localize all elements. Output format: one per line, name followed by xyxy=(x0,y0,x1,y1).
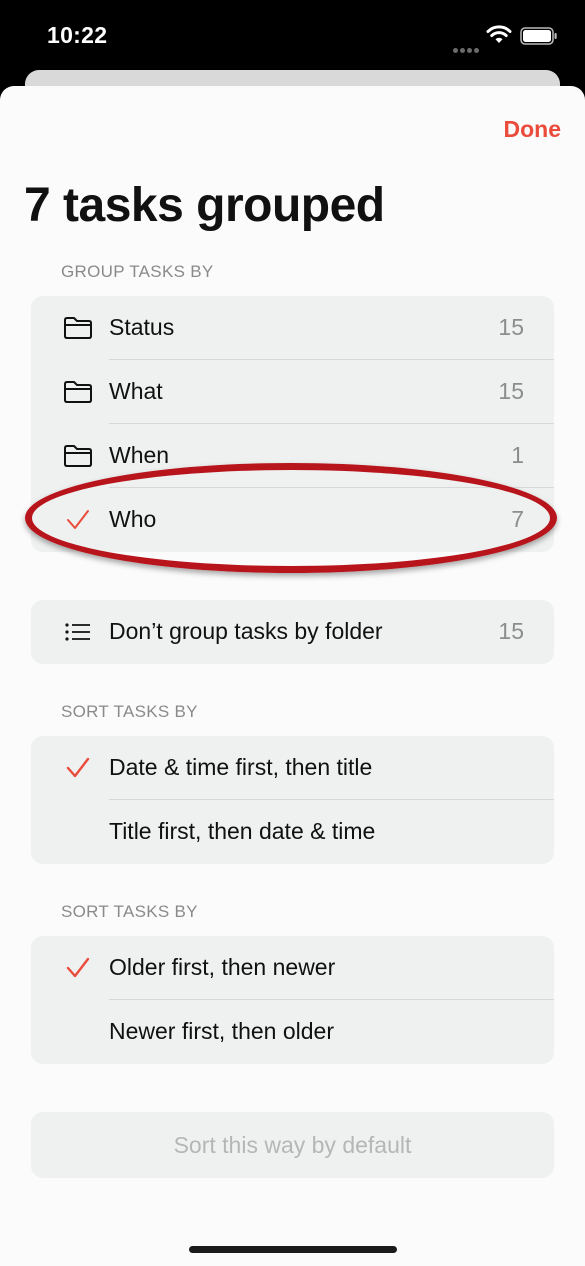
sort-default-button[interactable]: Sort this way by default xyxy=(31,1112,554,1178)
wifi-icon xyxy=(486,25,512,43)
group-section-label: GROUP TASKS BY xyxy=(61,262,214,281)
folder-icon xyxy=(64,317,92,339)
option-label: Don’t group tasks by folder xyxy=(109,618,383,644)
option-count: 15 xyxy=(498,618,524,644)
checkmark-icon xyxy=(66,957,90,978)
option-label: Date & time first, then title xyxy=(109,754,373,780)
no-group-list: Don’t group tasks by folder 15 xyxy=(31,600,554,664)
group-option-status[interactable]: Status 15 xyxy=(31,296,554,360)
sort-option-title-first[interactable]: Title first, then date & time xyxy=(31,800,554,864)
done-button[interactable]: Done xyxy=(504,116,562,143)
sort-section-label: SORT TASKS BY xyxy=(61,702,198,721)
home-indicator xyxy=(189,1246,397,1253)
option-label: Status xyxy=(109,314,175,340)
folder-icon xyxy=(64,445,92,467)
sort-option-newer-first[interactable]: Newer first, then older xyxy=(31,1000,554,1064)
status-time: 10:22 xyxy=(47,22,108,48)
option-label: Older first, then newer xyxy=(109,954,336,980)
folder-icon xyxy=(64,381,92,403)
option-label: Title first, then date & time xyxy=(109,818,376,844)
sort-option-older-first[interactable]: Older first, then newer xyxy=(31,936,554,1000)
cellular-signal-icon xyxy=(453,40,481,58)
battery-icon xyxy=(520,27,557,45)
highlight-annotation-ellipse xyxy=(25,463,557,573)
sort-age-list: Older first, then newer Newer first, the… xyxy=(31,936,554,1064)
sort-order-list: Date & time first, then title Title firs… xyxy=(31,736,554,864)
sort-option-date-time-first[interactable]: Date & time first, then title xyxy=(31,736,554,800)
option-label: What xyxy=(109,378,163,404)
option-label: When xyxy=(109,442,170,468)
option-count: 1 xyxy=(511,442,524,468)
group-option-what[interactable]: What 15 xyxy=(31,360,554,424)
checkmark-icon xyxy=(66,757,90,778)
list-icon xyxy=(65,623,90,641)
status-bar: 10:22 xyxy=(0,0,585,70)
no-group-option[interactable]: Don’t group tasks by folder 15 xyxy=(31,600,554,664)
option-count: 15 xyxy=(498,314,524,340)
option-count: 15 xyxy=(498,378,524,404)
option-label: Newer first, then older xyxy=(109,1018,334,1044)
page-title: 7 tasks grouped xyxy=(24,179,385,232)
sort-section-label: SORT TASKS BY xyxy=(61,902,198,921)
